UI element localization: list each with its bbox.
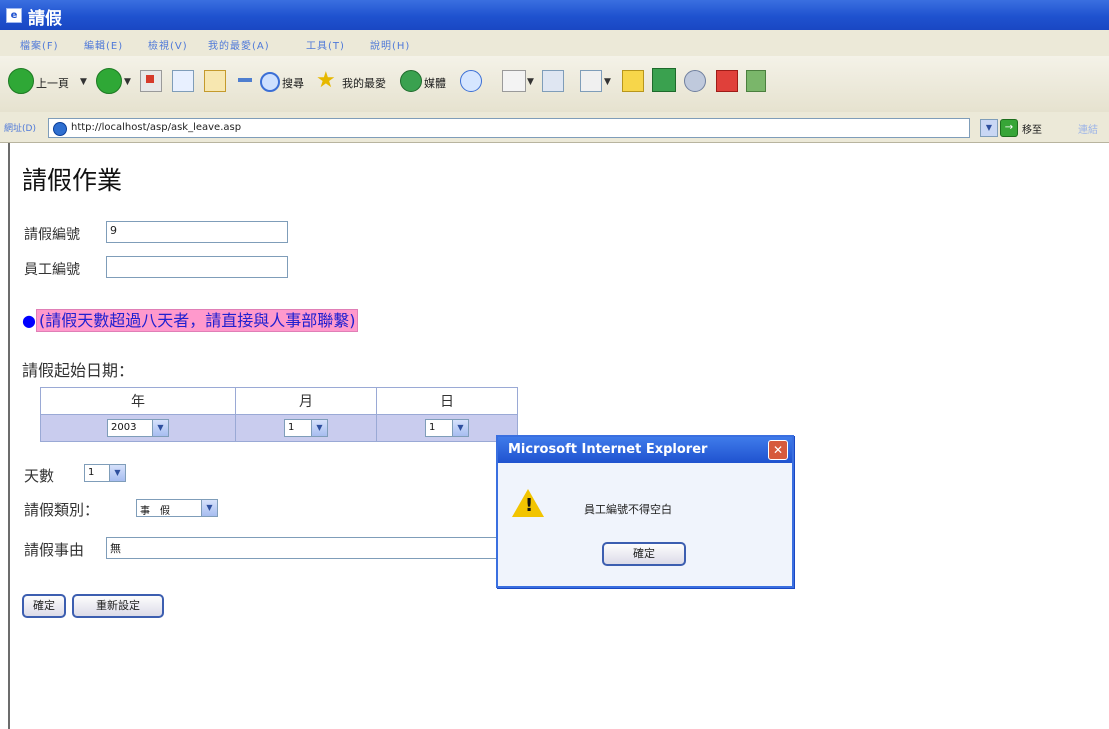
dialog-title: Microsoft Internet Explorer	[508, 442, 708, 457]
window-title: 請假	[28, 9, 62, 29]
leave-type-label: 請假類別：	[24, 501, 100, 519]
window-titlebar: e 請假	[0, 0, 1109, 30]
edit-dropdown-icon[interactable]: ▼	[604, 77, 611, 87]
address-dropdown-icon[interactable]: ▼	[980, 119, 998, 137]
go-label[interactable]: 移至	[1022, 121, 1042, 136]
page-title: 請假作業	[22, 166, 123, 195]
day-dropdown-icon[interactable]: ▼	[452, 420, 468, 436]
month-select[interactable]: 1 ▼	[284, 419, 328, 437]
start-date-label: 請假起始日期：	[22, 361, 135, 380]
notice-text: (請假天數超過八天者，請直接與人事部聯繫)	[35, 309, 359, 332]
year-header: 年	[40, 387, 236, 415]
address-label: 網址(D)	[4, 124, 36, 134]
forward-dropdown-icon[interactable]: ▼	[124, 77, 131, 87]
ie-window-icon: e	[6, 8, 22, 23]
leave-type-dropdown-icon[interactable]: ▼	[201, 500, 217, 516]
search-label[interactable]: 搜尋	[282, 75, 304, 91]
back-label[interactable]: 上一頁	[36, 75, 69, 91]
days-dropdown-icon[interactable]: ▼	[109, 465, 125, 481]
media-icon[interactable]	[400, 70, 422, 92]
home-icon[interactable]	[204, 70, 226, 92]
favorites-icon[interactable]: ★	[316, 68, 336, 93]
day-header: 日	[376, 387, 518, 415]
submit-button[interactable]: 確定	[22, 594, 66, 618]
menu-favorites[interactable]: 我的最愛(A)	[208, 37, 270, 52]
menu-bar: 檔案(F) 編輯(E) 檢視(V) 我的最愛(A) 工具(T) 說明(H)	[0, 30, 1109, 57]
leave-type-value: 事 假	[140, 506, 170, 517]
menu-file[interactable]: 檔案(F)	[20, 37, 59, 52]
mail-dropdown-icon[interactable]: ▼	[527, 77, 534, 87]
go-icon[interactable]: →	[1000, 119, 1018, 137]
toolbar: 上一頁 ▼ ▼ 搜尋 ★ 我的最愛 媒體 ▼ ▼	[0, 56, 1109, 113]
leave-reason-input[interactable]: 無	[106, 537, 506, 559]
discuss-icon[interactable]	[684, 70, 706, 92]
address-input[interactable]: http://localhost/asp/ask_leave.asp	[48, 118, 970, 138]
days-label: 天數	[24, 467, 55, 485]
ok-button[interactable]: 確定	[602, 542, 686, 566]
media-label[interactable]: 媒體	[424, 75, 446, 91]
mail-icon[interactable]	[502, 70, 526, 92]
stop-icon-mark	[146, 75, 154, 83]
warning-icon-mark: !	[525, 495, 534, 516]
history-icon[interactable]	[460, 70, 482, 92]
folder-icon[interactable]	[622, 70, 644, 92]
month-value: 1	[288, 422, 295, 433]
alert-dialog: Microsoft Internet Explorer ✕ ! 員工編號不得空白…	[496, 435, 794, 588]
toolbar-extension-icon[interactable]	[716, 70, 738, 92]
month-dropdown-icon[interactable]: ▼	[311, 420, 327, 436]
page-icon	[53, 122, 67, 136]
days-select[interactable]: 1 ▼	[84, 464, 126, 482]
refresh-icon[interactable]	[172, 70, 194, 92]
day-value: 1	[429, 422, 436, 433]
edit-icon[interactable]	[580, 70, 602, 92]
employee-id-label: 員工編號	[24, 262, 80, 278]
start-date-table: 年 月 日 2003 ▼ 1 ▼ 1 ▼	[40, 387, 518, 442]
menu-edit[interactable]: 編輯(E)	[84, 37, 123, 52]
month-header: 月	[235, 387, 377, 415]
leave-id-input[interactable]: 9	[106, 221, 288, 243]
forward-icon[interactable]	[96, 68, 122, 94]
menu-view[interactable]: 檢視(V)	[148, 37, 188, 52]
messenger-icon[interactable]	[652, 68, 676, 92]
close-icon[interactable]: ✕	[768, 440, 788, 460]
search-icon[interactable]	[260, 72, 280, 92]
favorites-label[interactable]: 我的最愛	[342, 75, 386, 91]
year-value: 2003	[111, 422, 137, 433]
days-value: 1	[88, 467, 95, 478]
leave-id-label: 請假編號	[24, 227, 80, 243]
address-bar: 網址(D) http://localhost/asp/ask_leave.asp…	[0, 112, 1109, 143]
back-dropdown-icon[interactable]: ▼	[80, 77, 87, 87]
employee-id-input[interactable]	[106, 256, 288, 278]
day-select[interactable]: 1 ▼	[425, 419, 469, 437]
menu-tools[interactable]: 工具(T)	[306, 37, 345, 52]
year-dropdown-icon[interactable]: ▼	[152, 420, 168, 436]
dialog-message: 員工編號不得空白	[584, 503, 672, 516]
toolbar-separator	[238, 78, 252, 82]
leave-reason-label: 請假事由	[24, 541, 85, 559]
research-icon[interactable]	[746, 70, 766, 92]
links-label[interactable]: 連結	[1078, 121, 1098, 136]
notice-bullet: ●	[22, 311, 36, 330]
address-url[interactable]: http://localhost/asp/ask_leave.asp	[71, 122, 241, 133]
menu-help[interactable]: 說明(H)	[370, 37, 410, 52]
print-icon[interactable]	[542, 70, 564, 92]
leave-notice: ● (請假天數超過八天者，請直接與人事部聯繫)	[22, 307, 359, 332]
dialog-titlebar: Microsoft Internet Explorer	[498, 437, 792, 463]
back-icon[interactable]	[8, 68, 34, 94]
year-select[interactable]: 2003 ▼	[107, 419, 169, 437]
leave-type-select[interactable]: 事 假 ▼	[136, 499, 218, 517]
reset-button[interactable]: 重新設定	[72, 594, 164, 618]
